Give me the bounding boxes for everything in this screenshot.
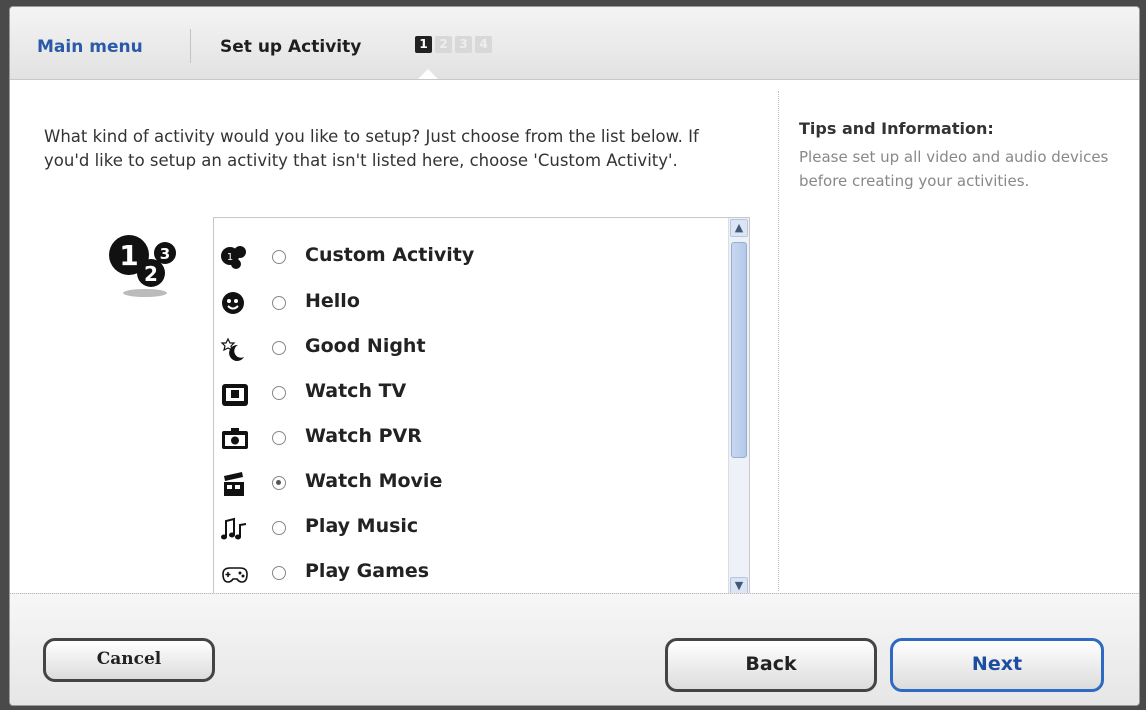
tips-title: Tips and Information:: [799, 119, 994, 138]
radio-watch-pvr[interactable]: [272, 431, 286, 445]
activity-label: Hello: [305, 290, 360, 312]
tips-divider: [778, 91, 779, 591]
step-4: 4: [475, 36, 492, 53]
radio-good-night[interactable]: [272, 341, 286, 355]
radio-play-music[interactable]: [272, 521, 286, 535]
cancel-button[interactable]: Cancel: [43, 638, 215, 682]
numbers-123-icon: 1 2 3: [109, 235, 176, 297]
svg-text:1: 1: [227, 252, 233, 263]
list-item-play-music[interactable]: Play Music: [214, 513, 714, 553]
activity-label: Play Music: [305, 515, 419, 537]
back-button[interactable]: Back: [665, 638, 877, 692]
intro-text: What kind of activity would you like to …: [44, 127, 699, 170]
page-title: Set up Activity: [220, 37, 362, 57]
step-pointer: [418, 69, 438, 79]
games-icon: [222, 567, 248, 583]
svg-text:2: 2: [144, 262, 158, 286]
list-item-hello[interactable]: Hello: [214, 288, 714, 328]
radio-hello[interactable]: [272, 296, 286, 310]
svg-text:3: 3: [160, 245, 170, 263]
activity-list[interactable]: 1 Custom Activity Hello Good Night Watch…: [213, 217, 750, 597]
activity-label: Good Night: [305, 335, 426, 357]
step-indicator: 1 2 3 4: [415, 36, 492, 53]
activity-label: Watch TV: [305, 380, 407, 402]
list-item-watch-tv[interactable]: Watch TV: [214, 378, 714, 418]
breadcrumb-separator: [190, 29, 191, 63]
list-scrollbar[interactable]: ▲ ▼: [728, 218, 749, 596]
next-button[interactable]: Next: [890, 638, 1104, 692]
radio-watch-movie[interactable]: [272, 476, 286, 490]
tv-icon: [222, 384, 248, 406]
scroll-up-button[interactable]: ▲: [730, 219, 748, 237]
radio-custom-activity[interactable]: [272, 250, 286, 264]
good-night-icon: [220, 337, 244, 361]
list-item-custom-activity[interactable]: 1 Custom Activity: [214, 242, 714, 282]
activity-label: Custom Activity: [305, 244, 475, 266]
step-3: 3: [455, 36, 472, 53]
radio-watch-tv[interactable]: [272, 386, 286, 400]
svg-text:1: 1: [119, 239, 138, 272]
main-menu-link[interactable]: Main menu: [37, 37, 143, 57]
activity-label: Play Games: [305, 560, 430, 582]
setup-activity-window: Main menu Set up Activity 1 2 3 4 What k…: [9, 6, 1140, 706]
activity-label: Watch PVR: [305, 425, 422, 447]
scroll-thumb[interactable]: [731, 242, 747, 458]
footer-bar: Cancel Back Next: [10, 593, 1139, 705]
activity-label: Watch Movie: [305, 470, 443, 492]
list-item-watch-movie[interactable]: Watch Movie: [214, 468, 714, 508]
tips-text: Please set up all video and audio device…: [799, 148, 1109, 190]
radio-play-games[interactable]: [272, 566, 286, 580]
step-2: 2: [435, 36, 452, 53]
header-bar: Main menu Set up Activity 1 2 3 4: [10, 7, 1139, 80]
music-icon: [221, 517, 247, 540]
step-1: 1: [415, 36, 432, 53]
list-item-play-games[interactable]: Play Games: [214, 558, 714, 596]
hello-icon: [222, 292, 244, 314]
pvr-icon: [222, 428, 248, 449]
list-item-good-night[interactable]: Good Night: [214, 333, 714, 373]
custom-activity-icon: 1: [221, 246, 246, 269]
list-item-watch-pvr[interactable]: Watch PVR: [214, 423, 714, 463]
movie-icon: [224, 472, 244, 496]
